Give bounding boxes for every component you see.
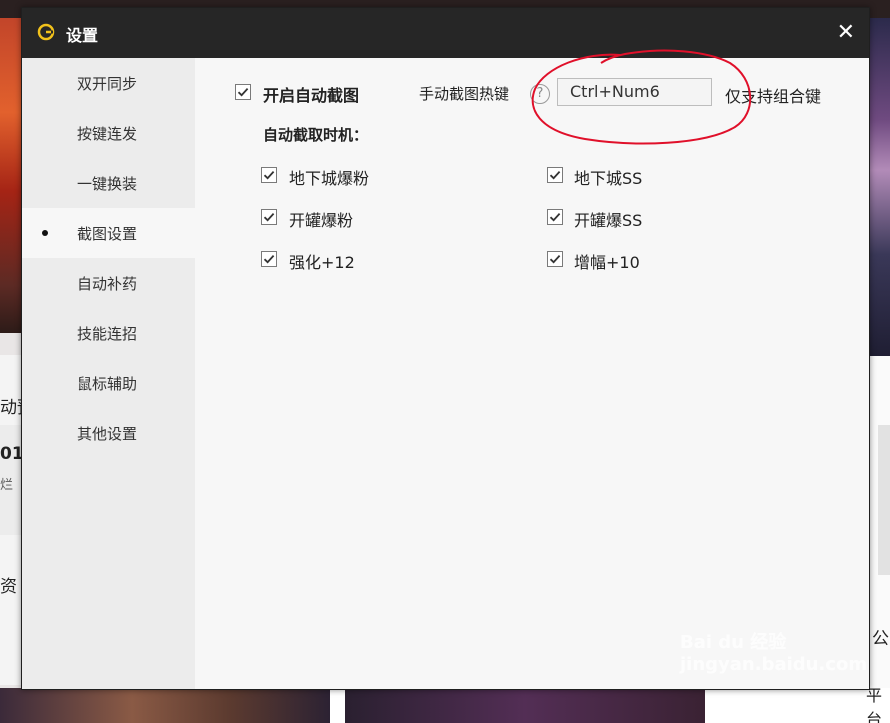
dialog-title: 设置 [66,26,99,45]
auto-capture-checkbox[interactable] [235,84,251,100]
sidebar-item-dual-sync[interactable]: 双开同步 [22,58,195,108]
close-icon[interactable]: ✕ [837,20,855,45]
settings-dialog: 设置 ✕ 双开同步 按键连发 一键换装 截图设置 自动补药 技能连招 鼠标辅助 … [21,7,870,690]
option-jar-pink-checkbox[interactable] [261,209,277,225]
option-label: 强化+12 [289,253,355,272]
screenshot-settings-panel: 开启自动截图 手动截图热键 ? Ctrl+Num6 仅支持组合键 自动截取时机：… [195,49,869,689]
sidebar-item-label: 自动补药 [77,274,138,293]
check-icon [549,254,561,264]
hotkey-label: 手动截图热键 [419,85,510,103]
sidebar-item-quick-equip[interactable]: 一键换装 [22,158,195,208]
sidebar-item-label: 技能连招 [77,324,138,343]
sidebar-item-skill-combo[interactable]: 技能连招 [22,308,195,358]
option-enhance-checkbox[interactable] [261,251,277,267]
option-label: 地下城SS [574,169,643,188]
background-thumbnail[interactable] [0,688,330,723]
auto-capture-label: 开启自动截图 [263,86,360,105]
sidebar-item-mouse-assist[interactable]: 鼠标辅助 [22,358,195,408]
background-text: 烂 [0,478,14,493]
sidebar-item-label: 截图设置 [77,224,138,243]
timing-label: 自动截取时机： [263,126,369,144]
sidebar-item-auto-potion[interactable]: 自动补药 [22,258,195,308]
watermark: Bai du 经验 jingyan.baidu.com [680,632,868,675]
sidebar-item-label: 双开同步 [77,74,138,93]
annotation-circle [531,49,752,145]
check-icon [237,87,249,97]
option-label: 开罐爆粉 [289,211,354,230]
option-amplify-checkbox[interactable] [547,251,563,267]
check-icon [549,212,561,222]
sidebar-item-key-repeat[interactable]: 按键连发 [22,108,195,158]
sidebar-item-label: 按键连发 [77,124,138,143]
settings-sidebar: 双开同步 按键连发 一键换装 截图设置 自动补药 技能连招 鼠标辅助 其他设置 [22,58,195,689]
check-icon [263,170,275,180]
option-jar-ss-checkbox[interactable] [547,209,563,225]
sidebar-item-label: 其他设置 [77,424,138,443]
sidebar-item-screenshot[interactable]: 截图设置 [22,208,195,258]
sidebar-item-label: 鼠标辅助 [77,374,138,393]
check-icon [263,254,275,264]
app-logo-icon [37,23,55,41]
check-icon [263,212,275,222]
option-dungeon-pink-checkbox[interactable] [261,167,277,183]
option-dungeon-ss-checkbox[interactable] [547,167,563,183]
option-label: 开罐爆SS [574,211,643,230]
sidebar-item-label: 一键换装 [77,174,138,193]
background-right-card [878,425,890,575]
background-banner-left [0,18,22,333]
option-label: 增幅+10 [574,253,640,272]
active-dot-icon [42,230,48,236]
option-label: 地下城爆粉 [289,169,370,188]
background-thumbnail[interactable] [345,688,705,723]
check-icon [549,170,561,180]
sidebar-item-other-settings[interactable]: 其他设置 [22,408,195,458]
background-text: 资 [0,577,17,597]
